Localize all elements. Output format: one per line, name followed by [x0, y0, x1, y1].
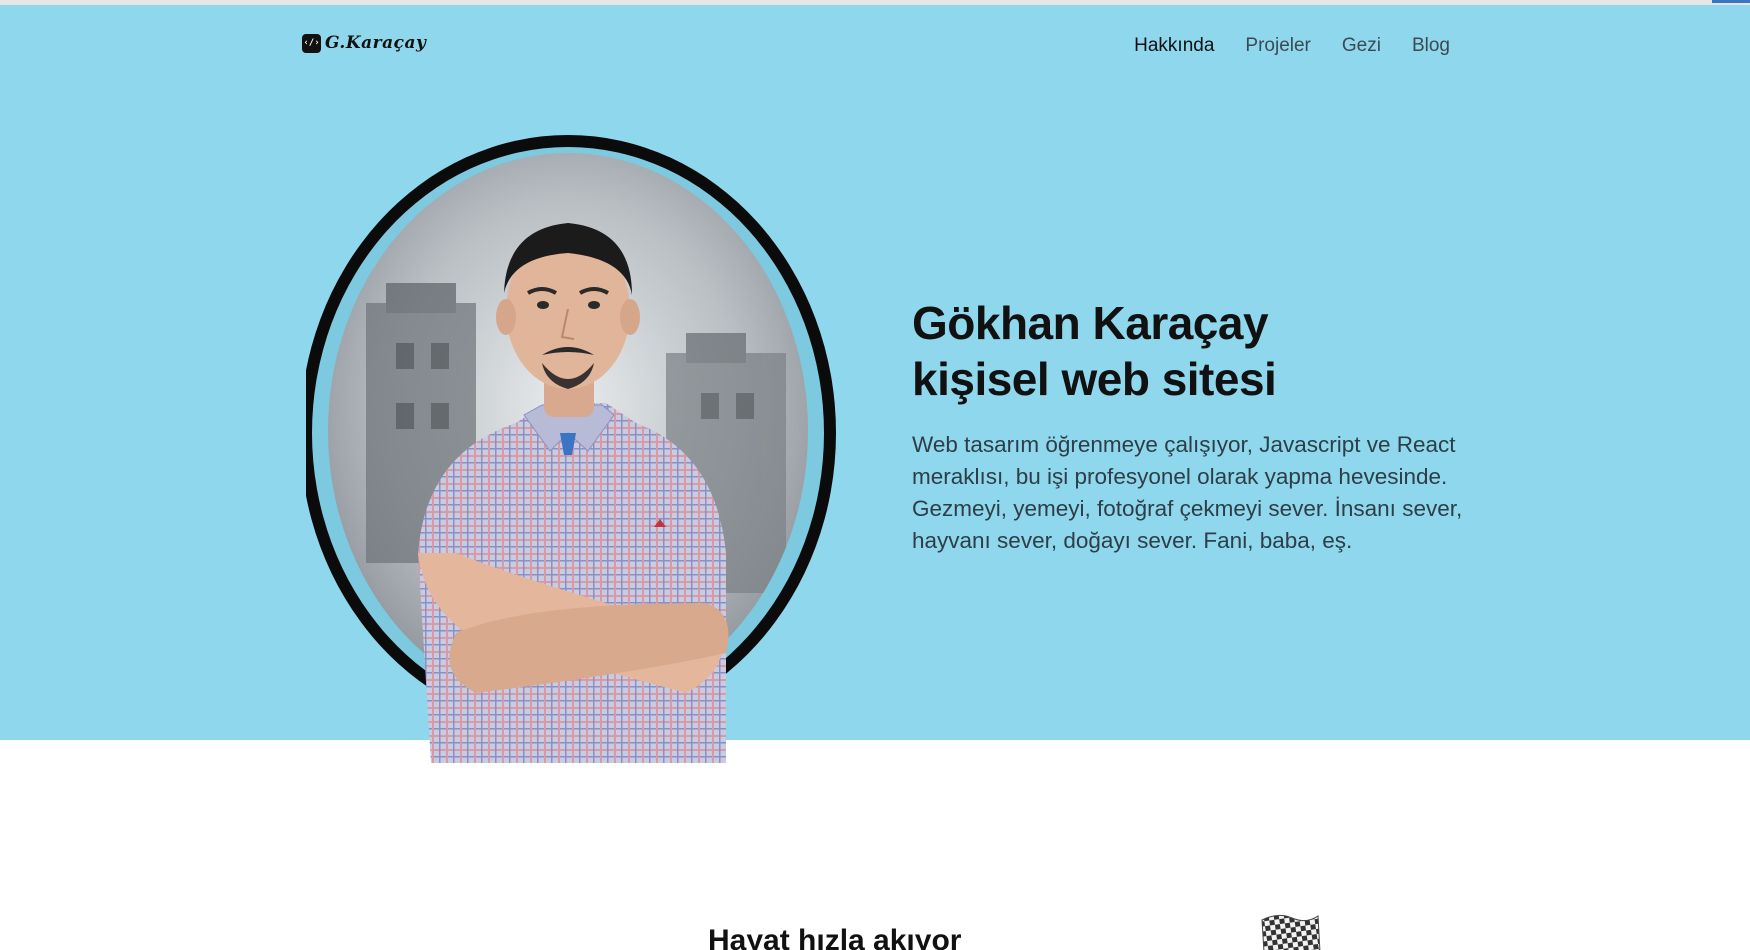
logo-text: G.Karaçay — [325, 33, 427, 53]
scroll-indicator — [1712, 0, 1750, 3]
hero-title-line-1: Gökhan Karaçay — [912, 297, 1269, 349]
hero-section: ‹/› G.Karaçay Hakkında Projeler Gezi Blo… — [0, 5, 1750, 763]
hero-title-line-2: kişisel web sitesi — [912, 353, 1277, 405]
section-title: Hayat hızla akıyor — [708, 924, 962, 950]
hero-description: Web tasarım öğrenmeye çalışıyor, Javascr… — [912, 432, 1463, 553]
nav-link-gezi[interactable]: Gezi — [1342, 35, 1381, 57]
profile-portrait — [306, 133, 886, 763]
nav-link-blog[interactable]: Blog — [1412, 35, 1450, 57]
site-logo[interactable]: ‹/› G.Karaçay — [302, 33, 426, 53]
nav-link-hakkinda[interactable]: Hakkında — [1134, 35, 1214, 57]
nav-link-projeler[interactable]: Projeler — [1245, 35, 1310, 57]
code-brackets-icon: ‹/› — [302, 33, 321, 53]
checkered-flag-icon — [1258, 912, 1322, 950]
main-nav: Hakkında Projeler Gezi Blog — [1134, 35, 1450, 57]
hero-title: Gökhan Karaçay kişisel web sitesi — [912, 295, 1472, 407]
